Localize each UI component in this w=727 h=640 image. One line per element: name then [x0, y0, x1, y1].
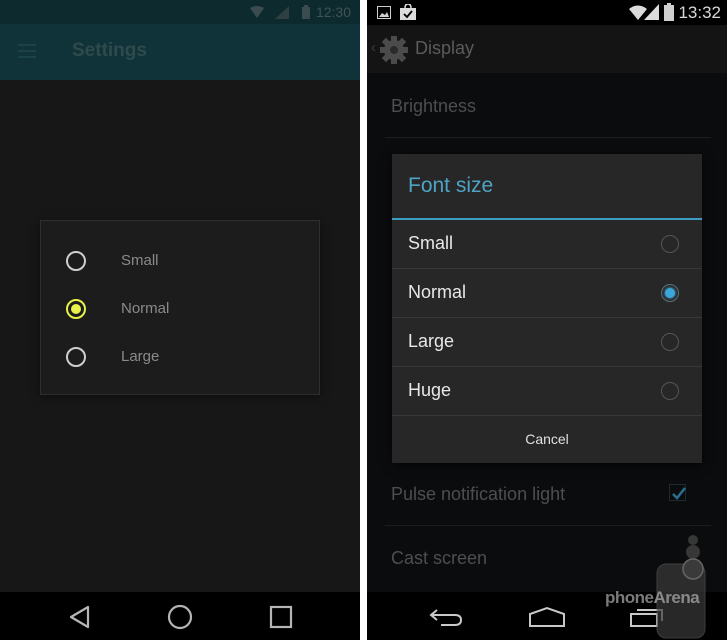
font-size-dialog: Small Normal Large — [40, 220, 320, 395]
setting-brightness[interactable]: Brightness — [367, 73, 727, 137]
gallery-icon — [377, 6, 391, 19]
option-label: Large — [408, 331, 455, 351]
option-small[interactable]: Small — [41, 237, 319, 285]
radio-button-selected-icon[interactable] — [66, 299, 86, 319]
recent-apps-icon[interactable] — [629, 606, 665, 628]
app-bar: Settings — [0, 24, 360, 80]
option-normal[interactable]: Normal — [41, 285, 319, 333]
home-circle-icon[interactable] — [167, 604, 193, 630]
radio-button-icon[interactable] — [661, 333, 679, 351]
action-bar: ‹ Display — [367, 25, 727, 73]
dialog-title: Font size — [408, 174, 494, 197]
home-icon[interactable] — [528, 606, 566, 628]
setting-label: Pulse notification light — [391, 484, 566, 504]
gear-icon[interactable] — [379, 35, 409, 65]
status-bar: 13:32 — [367, 0, 727, 25]
left-phone-screen: 12:30 Settings Small Normal Large — [0, 0, 360, 640]
radio-button-icon[interactable] — [66, 347, 86, 367]
play-store-update-icon — [400, 4, 416, 20]
right-phone-screen: 13:32 ‹ Display Brightness Pulse notific… — [367, 0, 727, 640]
option-label: Normal — [121, 300, 170, 317]
option-label: Huge — [408, 380, 452, 400]
option-label: Small — [408, 233, 454, 253]
hamburger-menu-icon[interactable] — [18, 44, 38, 58]
option-huge[interactable]: Huge — [392, 367, 702, 415]
radio-button-icon[interactable] — [661, 382, 679, 400]
navigation-bar — [0, 592, 360, 640]
app-bar-title: Settings — [72, 40, 147, 61]
option-label: Small — [121, 252, 159, 269]
option-normal[interactable]: Normal — [392, 269, 702, 317]
divider — [385, 137, 711, 138]
battery-icon — [302, 5, 310, 19]
font-size-dialog: Font size Small Normal Large Huge Cancel — [392, 154, 702, 463]
status-time: 13:32 — [678, 3, 721, 22]
checkmark-icon — [672, 487, 686, 500]
radio-button-icon[interactable] — [66, 251, 86, 271]
option-large[interactable]: Large — [392, 318, 702, 366]
setting-label: Brightness — [391, 96, 477, 116]
signal-icon — [644, 4, 659, 20]
signal-icon — [275, 6, 289, 19]
setting-pulse-notification-light[interactable]: Pulse notification light — [367, 462, 727, 526]
option-label: Normal — [408, 282, 467, 302]
cancel-button[interactable]: Cancel — [392, 416, 702, 463]
option-small[interactable]: Small — [392, 220, 702, 268]
setting-label: Cast screen — [391, 548, 488, 568]
navigation-bar — [367, 592, 727, 640]
battery-icon — [664, 3, 674, 21]
option-label: Large — [121, 348, 160, 365]
radio-button-selected-icon[interactable] — [661, 284, 679, 302]
status-bar: 12:30 — [0, 0, 360, 24]
caret-left-icon[interactable]: ‹ — [371, 39, 376, 56]
back-triangle-icon[interactable] — [67, 604, 93, 630]
setting-cast-screen[interactable]: Cast screen — [367, 526, 727, 590]
option-large[interactable]: Large — [41, 333, 319, 381]
back-arrow-icon[interactable] — [429, 606, 465, 628]
status-time: 12:30 — [315, 4, 351, 20]
action-bar-title: Display — [415, 38, 475, 58]
checkbox-checked[interactable] — [669, 484, 686, 501]
wifi-icon — [250, 6, 264, 18]
recents-square-icon[interactable] — [268, 604, 294, 630]
radio-button-icon[interactable] — [661, 235, 679, 253]
